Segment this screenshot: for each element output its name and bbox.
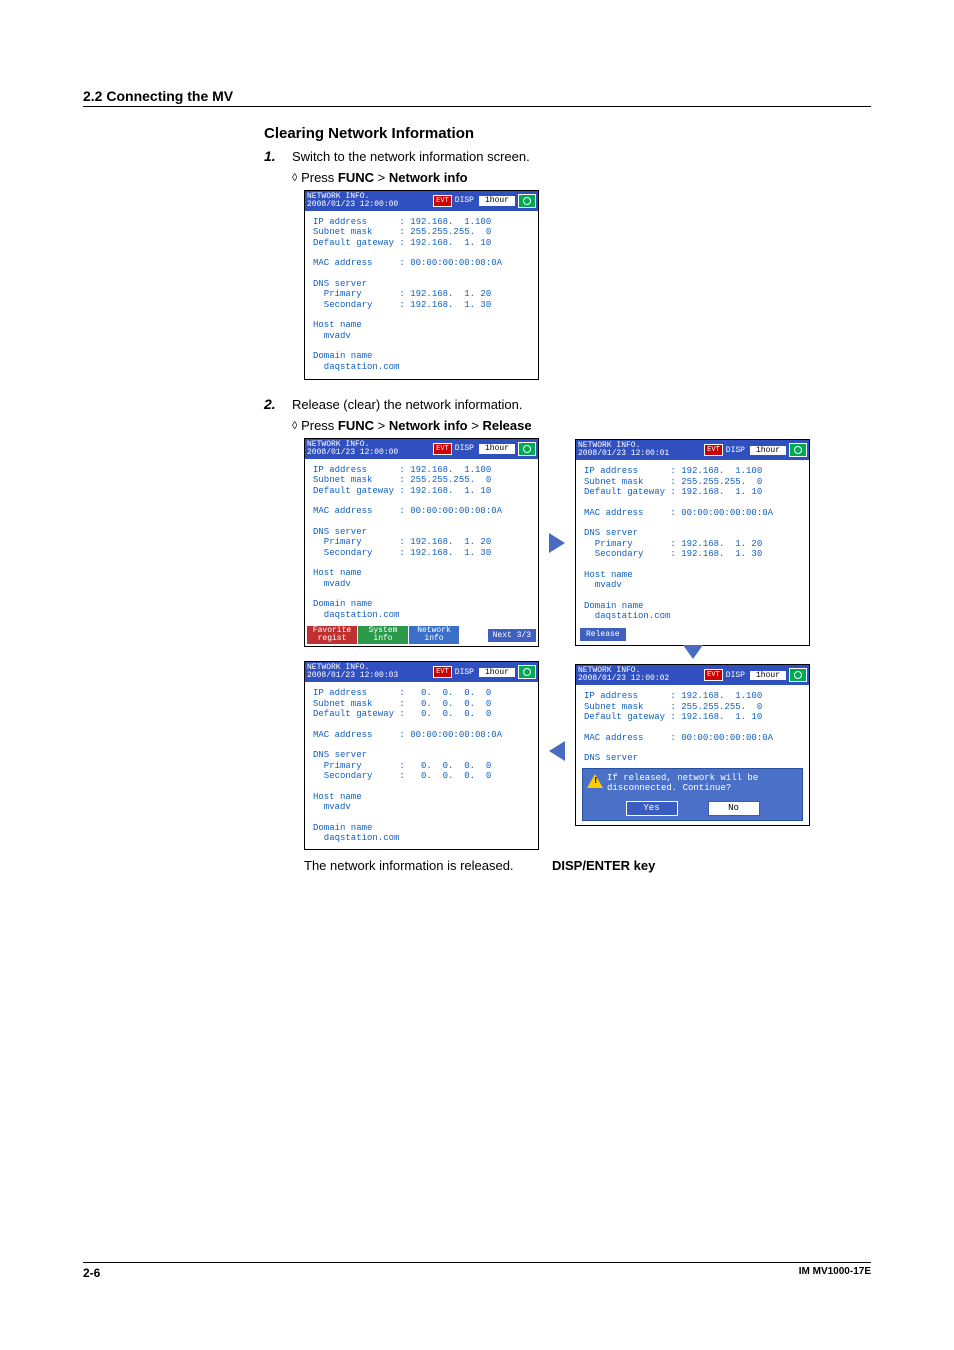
diamond-icon: ◊ <box>292 172 297 184</box>
disp-label: DISP <box>453 196 476 205</box>
screenshot-row-1: NETWORK INFO. 2008/01/23 12:00:00 EVT DI… <box>304 190 884 380</box>
dialog-yes-button[interactable]: Yes <box>626 801 678 815</box>
hour-box: 1hour <box>749 445 787 456</box>
camera-icon <box>789 443 807 457</box>
press-func: FUNC <box>338 418 374 433</box>
press-label: Press <box>301 418 334 433</box>
caption-row: The network information is released. DIS… <box>304 852 884 873</box>
evt-badge: EVT <box>433 195 452 207</box>
titlebar-timestamp: 2008/01/23 12:00:01 <box>578 450 669 458</box>
disp-label: DISP <box>453 668 476 677</box>
evt-badge: EVT <box>433 666 452 678</box>
disp-label: DISP <box>724 446 747 455</box>
doc-id: IM MV1000-17E <box>799 1266 871 1280</box>
network-info-text-zero: IP address : 0. 0. 0. 0 Subnet mask : 0.… <box>313 688 532 843</box>
release-button[interactable]: Release <box>580 628 626 641</box>
hour-box: 1hour <box>749 670 787 681</box>
camera-icon <box>518 194 536 208</box>
arrow-left-icon <box>549 741 565 761</box>
page-content: Clearing Network Information 1. Switch t… <box>264 125 884 873</box>
hour-box: 1hour <box>478 195 516 206</box>
screen-titlebar: NETWORK INFO. 2008/01/23 12:00:01 EVT DI… <box>576 440 809 460</box>
release-row: Release <box>576 628 809 645</box>
press-ni: Network info <box>389 170 468 185</box>
screen-titlebar: NETWORK INFO. 2008/01/23 12:00:00 EVT DI… <box>305 439 538 459</box>
dialog-message: If released, network will be disconnecte… <box>607 773 758 794</box>
screenshot-row-2: NETWORK INFO. 2008/01/23 12:00:00 EVT DI… <box>304 438 884 647</box>
screen-titlebar: NETWORK INFO. 2008/01/23 12:00:02 EVT DI… <box>576 665 809 685</box>
step-number: 1. <box>264 148 292 164</box>
network-info-text: IP address : 192.168. 1.100 Subnet mask … <box>584 466 803 621</box>
press-func: FUNC <box>338 170 374 185</box>
screen-body: IP address : 192.168. 1.100 Subnet mask … <box>576 685 809 765</box>
screen-body: IP address : 192.168. 1.100 Subnet mask … <box>576 460 809 627</box>
warning-icon <box>587 774 603 788</box>
step-1: 1. Switch to the network information scr… <box>264 148 884 164</box>
func-tabs: Favorite regist System info Network info… <box>305 626 538 646</box>
network-info-screen-tabs: NETWORK INFO. 2008/01/23 12:00:00 EVT DI… <box>304 438 539 647</box>
tab-label: regist <box>310 635 354 643</box>
screenshot-row-3: NETWORK INFO. 2008/01/23 12:00:03 EVT DI… <box>304 661 884 850</box>
camera-icon <box>789 668 807 682</box>
hour-box: 1hour <box>478 667 516 678</box>
network-info-screen-released: NETWORK INFO. 2008/01/23 12:00:03 EVT DI… <box>304 661 539 850</box>
press-label: Press <box>301 170 334 185</box>
network-info-screen-dialog: NETWORK INFO. 2008/01/23 12:00:02 EVT DI… <box>575 664 810 825</box>
step-number: 2. <box>264 396 292 412</box>
tab-label: info <box>361 635 405 643</box>
tab-system[interactable]: System info <box>358 626 408 644</box>
screen-body: IP address : 192.168. 1.100 Subnet mask … <box>305 459 538 626</box>
network-info-screen-release: NETWORK INFO. 2008/01/23 12:00:01 EVT DI… <box>575 439 810 645</box>
press-ni: Network info <box>389 418 468 433</box>
screen-body: IP address : 0. 0. 0. 0 Subnet mask : 0.… <box>305 682 538 849</box>
dialog-no-button[interactable]: No <box>708 801 760 815</box>
press-line-1: ◊ Press FUNC > Network info <box>292 170 884 185</box>
network-info-text-top: IP address : 192.168. 1.100 Subnet mask … <box>584 691 803 763</box>
titlebar-timestamp: 2008/01/23 12:00:00 <box>307 449 398 457</box>
screen-titlebar: NETWORK INFO. 2008/01/23 12:00:03 EVT DI… <box>305 662 538 682</box>
press-gt: > <box>378 170 386 185</box>
evt-badge: EVT <box>433 443 452 455</box>
arrow-right-icon <box>549 533 565 553</box>
network-info-screen: NETWORK INFO. 2008/01/23 12:00:00 EVT DI… <box>304 190 539 380</box>
titlebar-timestamp: 2008/01/23 12:00:00 <box>307 201 398 209</box>
caption-dispenter: DISP/ENTER key <box>552 858 655 873</box>
network-info-text: IP address : 192.168. 1.100 Subnet mask … <box>313 465 532 620</box>
titlebar-timestamp: 2008/01/23 12:00:03 <box>307 672 398 680</box>
section-header: 2.2 Connecting the MV <box>83 88 871 107</box>
tab-favorite[interactable]: Favorite regist <box>307 626 357 644</box>
disp-label: DISP <box>724 671 747 680</box>
network-info-text: IP address : 192.168. 1.100 Subnet mask … <box>313 217 532 372</box>
screen-body: IP address : 192.168. 1.100 Subnet mask … <box>305 211 538 378</box>
evt-badge: EVT <box>704 669 723 681</box>
confirm-dialog: If released, network will be disconnecte… <box>582 768 803 821</box>
right-column-2: NETWORK INFO. 2008/01/23 12:00:02 EVT DI… <box>575 661 810 825</box>
press-release: Release <box>482 418 531 433</box>
screen-titlebar: NETWORK INFO. 2008/01/23 12:00:00 EVT DI… <box>305 191 538 211</box>
evt-badge: EVT <box>704 444 723 456</box>
page-number: 2-6 <box>83 1266 100 1280</box>
camera-icon <box>518 665 536 679</box>
disp-label: DISP <box>453 444 476 453</box>
caption-released: The network information is released. <box>304 858 552 873</box>
arrow-down-icon <box>683 645 703 659</box>
titlebar-timestamp: 2008/01/23 12:00:02 <box>578 675 669 683</box>
tab-network[interactable]: Network info <box>409 626 459 644</box>
right-column: NETWORK INFO. 2008/01/23 12:00:01 EVT DI… <box>575 439 810 645</box>
press-line-2: ◊ Press FUNC > Network info > Release <box>292 418 884 433</box>
diamond-icon: ◊ <box>292 420 297 432</box>
step-2: 2. Release (clear) the network informati… <box>264 396 884 412</box>
subsection-title: Clearing Network Information <box>264 125 884 142</box>
step-text: Switch to the network information screen… <box>292 149 530 164</box>
step-text: Release (clear) the network information. <box>292 397 523 412</box>
hour-box: 1hour <box>478 443 516 454</box>
next-page-badge[interactable]: Next 3/3 <box>488 629 536 642</box>
page-footer: 2-6 IM MV1000-17E <box>83 1262 871 1280</box>
camera-icon <box>518 442 536 456</box>
tab-label: info <box>412 635 456 643</box>
press-gt: > <box>378 418 386 433</box>
press-gt: > <box>471 418 479 433</box>
